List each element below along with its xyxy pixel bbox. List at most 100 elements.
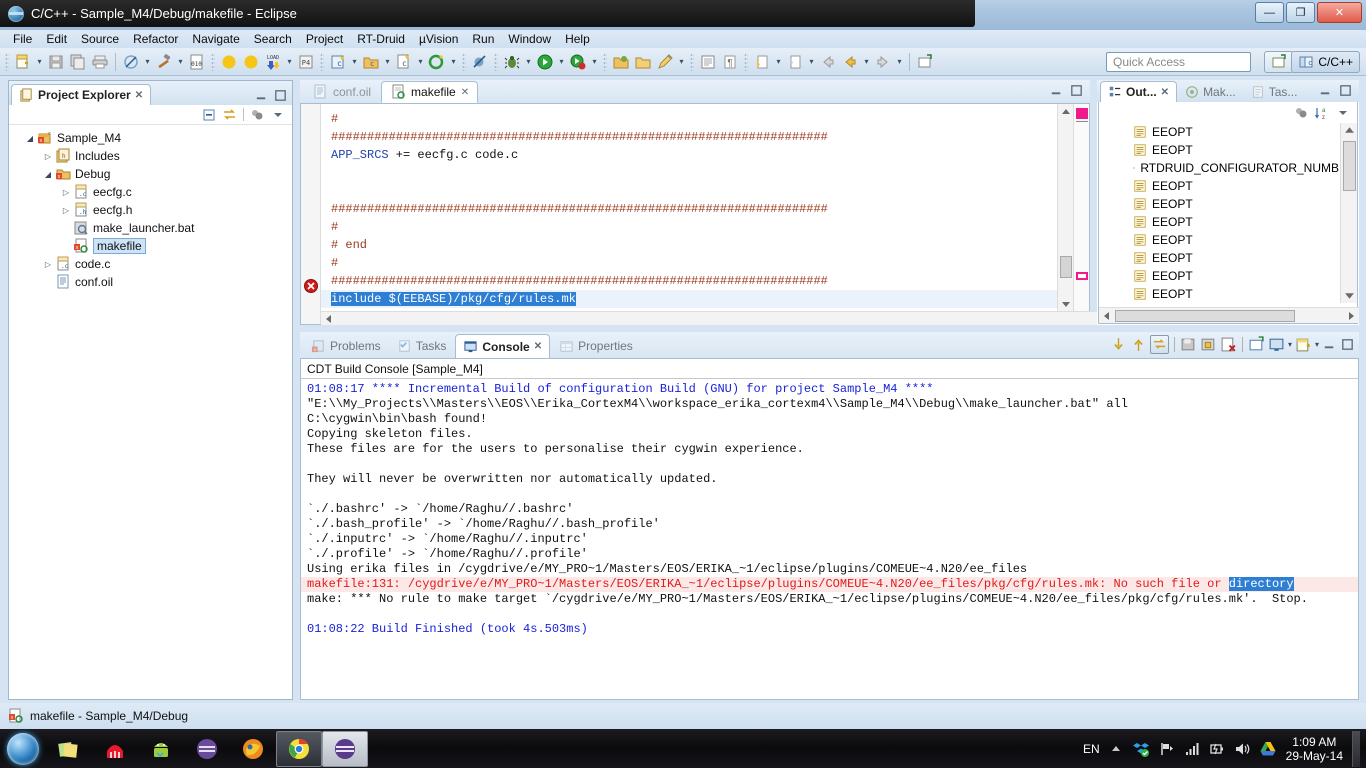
pack-installer-icon[interactable]: P4 (295, 51, 317, 73)
outline-tab-2[interactable]: Tas... (1244, 81, 1305, 102)
scrollbar-thumb[interactable] (1060, 256, 1072, 278)
twisty-collapsed-icon[interactable]: ▷ (41, 260, 55, 269)
tree-item-eecfg-c[interactable]: ▷ .c eecfg.c (15, 183, 292, 201)
load-flash-icon[interactable]: LOAD (262, 51, 284, 73)
collapse-all-icon[interactable] (201, 107, 217, 123)
pencil-icon[interactable] (654, 51, 676, 73)
editor-vertical-scrollbar[interactable] (1057, 104, 1073, 324)
forward-arrow-icon[interactable] (872, 51, 894, 73)
next-annotation-dropdown-icon[interactable]: ▾ (773, 51, 784, 73)
back-arrow-icon[interactable] (817, 51, 839, 73)
perspective-cpp-button[interactable]: c C/C++ (1291, 51, 1360, 73)
menu-source[interactable]: Source (74, 31, 126, 47)
code-line[interactable]: APP_SRCS += eecfg.c code.c (321, 146, 1057, 164)
outline-horizontal-scrollbar[interactable] (1099, 307, 1359, 323)
outline-item[interactable]: RTDRUID_CONFIGURATOR_NUMB (1099, 159, 1339, 177)
toolbar-grip-5[interactable] (494, 52, 498, 71)
outline-scrollbar-thumb[interactable] (1343, 141, 1356, 191)
previous-annotation-dropdown-icon[interactable]: ▾ (806, 51, 817, 73)
outline-item[interactable]: EEOPT (1099, 141, 1339, 159)
minimize-icon[interactable] (254, 88, 269, 103)
open-folder-icon[interactable] (610, 51, 632, 73)
skip-breakpoints-icon[interactable] (469, 51, 491, 73)
outline-scroll-right-icon[interactable] (1346, 311, 1356, 321)
previous-annotation-icon[interactable] (784, 51, 806, 73)
pin-console-icon[interactable] (1149, 335, 1169, 354)
twisty-collapsed-icon[interactable]: ▷ (59, 188, 73, 197)
tree-item-make-launcher-bat[interactable]: make_launcher.bat (15, 219, 292, 237)
view-menu-icon[interactable] (270, 107, 286, 123)
back-yellow-arrow-icon[interactable] (839, 51, 861, 73)
tree-item-eecfg-h[interactable]: ▷ .h eecfg.h (15, 201, 292, 219)
outline-view-menu-icon[interactable] (1335, 105, 1351, 121)
console-tab-close-icon[interactable]: ✕ (534, 341, 542, 352)
tray-language[interactable]: EN (1083, 742, 1100, 756)
eclipse-icon[interactable] (184, 731, 230, 767)
menu-run[interactable]: Run (465, 31, 501, 47)
build-dropdown-icon[interactable]: ▾ (175, 51, 186, 73)
open-perspective-button[interactable] (1264, 51, 1294, 73)
outline-scroll-left-icon[interactable] (1102, 311, 1112, 321)
tree-item-conf-oil[interactable]: conf.oil (15, 273, 292, 291)
console-tab-tasks[interactable]: Tasks (390, 334, 454, 358)
save-console-icon[interactable] (1180, 336, 1197, 353)
lock-console-icon[interactable] (1200, 336, 1217, 353)
debug-dropdown-icon[interactable]: ▾ (523, 51, 534, 73)
outline-item[interactable]: EEOPT (1099, 267, 1339, 285)
new-c-folder-icon[interactable]: c (360, 51, 382, 73)
scroll-lock-down-icon[interactable] (1110, 336, 1127, 353)
code-line[interactable]: ########################################… (321, 128, 1057, 146)
outline-item[interactable]: EEOPT (1099, 177, 1339, 195)
menu-rt-druid[interactable]: RT-Druid (350, 31, 412, 47)
code-line[interactable]: ########################################… (321, 272, 1057, 290)
display-console-icon[interactable] (1268, 336, 1285, 353)
google-drive-icon[interactable] (1259, 740, 1277, 758)
build-hammer-icon[interactable] (153, 51, 175, 73)
chrome-icon[interactable] (276, 730, 322, 767)
toolbar-grip-8[interactable] (744, 52, 748, 71)
pilcrow-icon[interactable]: ¶ (719, 51, 741, 73)
forward-dropdown-icon[interactable]: ▾ (894, 51, 905, 73)
editor-tab-close-icon[interactable]: ✕ (461, 87, 469, 98)
code-line[interactable]: ########################################… (321, 200, 1057, 218)
menu-refactor[interactable]: Refactor (126, 31, 185, 47)
run-stop-icon[interactable] (567, 51, 589, 73)
code-line[interactable]: # (321, 218, 1057, 236)
android-sdk-icon[interactable] (138, 731, 184, 767)
code-line[interactable]: include $(EEBASE)/pkg/cfg/rules.mk (321, 290, 1057, 308)
tree-item-debug[interactable]: ◢ x Debug (15, 165, 292, 183)
twisty-expanded-icon[interactable]: ◢ (41, 170, 55, 179)
print-icon[interactable] (89, 51, 111, 73)
load-dropdown-icon[interactable]: ▾ (284, 51, 295, 73)
outline-tab-close-icon[interactable]: ✕ (1161, 87, 1169, 98)
dropbox-icon[interactable] (1132, 740, 1150, 758)
scroll-up-icon[interactable] (1130, 336, 1147, 353)
menu-file[interactable]: File (6, 31, 39, 47)
tree-item-includes[interactable]: ▷ h Includes (15, 147, 292, 165)
firefox-icon[interactable] (230, 731, 276, 767)
folder-icon[interactable] (632, 51, 654, 73)
next-annotation-icon[interactable] (751, 51, 773, 73)
show-hidden-icons[interactable] (1109, 742, 1123, 756)
console-tab-problems[interactable]: x Problems (304, 334, 388, 358)
pencil-dropdown-icon[interactable]: ▾ (676, 51, 687, 73)
no-build-icon[interactable] (120, 51, 142, 73)
console-tab-properties[interactable]: Properties (552, 334, 640, 358)
save-all-icon[interactable] (67, 51, 89, 73)
outline-item[interactable]: EEOPT (1099, 231, 1339, 249)
battery-icon[interactable] (1209, 741, 1225, 757)
outline-item[interactable]: EEOPT (1099, 213, 1339, 231)
new-file-icon[interactable] (12, 51, 34, 73)
new-window-icon[interactable] (914, 51, 936, 73)
code-line[interactable] (321, 164, 1057, 182)
outline-item[interactable]: EEOPT (1099, 285, 1339, 301)
twisty-expanded-icon[interactable]: ◢ (23, 134, 37, 143)
network-flag-icon[interactable] (1159, 741, 1175, 757)
tab-project-explorer[interactable]: Project Explorer ✕ (11, 84, 152, 105)
editor-tab-conf-oil[interactable]: conf.oil (304, 81, 379, 103)
link-with-editor-icon[interactable] (222, 107, 238, 123)
new-console-icon[interactable] (1295, 336, 1312, 353)
new-console-dropdown-icon[interactable]: ▾ (1315, 340, 1319, 349)
moon-yellow-icon[interactable] (218, 51, 240, 73)
overview-error-mark[interactable] (1076, 108, 1088, 119)
